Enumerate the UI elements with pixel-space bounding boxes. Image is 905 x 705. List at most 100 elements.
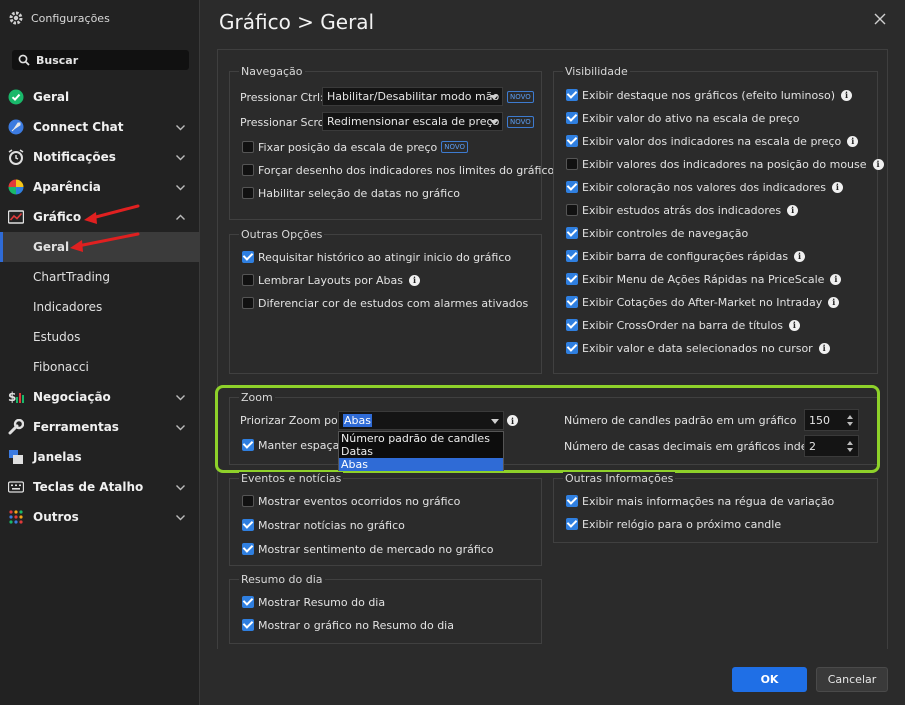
checkbox-visibilidade-5[interactable]: Exibir estudos atrás dos indicadores i [566, 201, 799, 219]
checkbox-box[interactable] [566, 518, 578, 530]
info-icon[interactable]: i [787, 204, 799, 216]
checkbox-box[interactable] [242, 274, 254, 286]
checkbox-box[interactable] [242, 164, 254, 176]
close-icon[interactable] [873, 12, 887, 26]
checkbox-box[interactable] [242, 251, 254, 263]
checkbox-mais-informacoes[interactable]: Exibir mais informações na régua de vari… [566, 492, 834, 510]
priorizar-zoom-select[interactable]: Abas [338, 411, 504, 430]
checkbox-requisitar-historico[interactable]: Requisitar histórico ao atingir inicio d… [242, 248, 511, 266]
info-icon[interactable]: i [872, 158, 884, 170]
info-icon[interactable]: i [409, 274, 421, 286]
checkbox-visibilidade-1[interactable]: Exibir valor do ativo na escala de preço [566, 109, 800, 127]
sidebar-item-geral[interactable]: Geral [0, 82, 200, 112]
checkbox-box[interactable] [242, 439, 254, 451]
sidebar-item-ferramentas[interactable]: Ferramentas [0, 412, 200, 442]
checkbox-lembrar-layouts[interactable]: Lembrar Layouts por Abas i [242, 271, 421, 289]
sidebar-item-janelas[interactable]: Janelas [0, 442, 200, 472]
checkbox-box[interactable] [566, 89, 578, 101]
checkbox-box[interactable] [242, 519, 254, 531]
checkbox-label: Exibir Menu de Ações Rápidas na PriceSca… [582, 272, 825, 286]
checkbox-visibilidade-7[interactable]: Exibir barra de configurações rápidas i [566, 247, 806, 265]
checkbox-box[interactable] [566, 181, 578, 193]
checkbox-box[interactable] [566, 319, 578, 331]
checkbox-mostrar-grafico-resumo[interactable]: Mostrar o gráfico no Resumo do dia [242, 616, 454, 634]
sidebar-subitem-charttrading[interactable]: ChartTrading [0, 262, 200, 292]
checkbox-mostrar-noticias[interactable]: Mostrar notícias no gráfico [242, 516, 405, 534]
sidebar-item-aparencia[interactable]: Aparência [0, 172, 200, 202]
checkbox-visibilidade-9[interactable]: Exibir Cotações do After-Market no Intra… [566, 293, 840, 311]
checkbox-box[interactable] [242, 141, 254, 153]
info-icon[interactable]: i [794, 250, 806, 262]
info-icon[interactable]: i [788, 319, 800, 331]
checkbox-visibilidade-10[interactable]: Exibir CrossOrder na barra de títulos i [566, 316, 800, 334]
checkbox-box[interactable] [566, 135, 578, 147]
checkbox-box[interactable] [566, 227, 578, 239]
checkbox-mostrar-eventos[interactable]: Mostrar eventos ocorridos no gráfico [242, 492, 460, 510]
new-badge: NOVO [507, 91, 534, 103]
info-icon[interactable]: i [507, 415, 518, 426]
checkbox-visibilidade-2[interactable]: Exibir valor dos indicadores na escala d… [566, 132, 859, 150]
checkbox-label: Fixar posição da escala de preço [258, 140, 438, 154]
checkbox-box[interactable] [566, 250, 578, 262]
casas-spinbox[interactable]: 2 [804, 435, 859, 457]
dropdown-option-selected[interactable]: Abas [339, 458, 503, 471]
sidebar-subitem-label: Indicadores [33, 300, 103, 314]
spin-down-icon[interactable] [847, 422, 853, 426]
checkbox-visibilidade-0[interactable]: Exibir destaque nos gráficos (efeito lum… [566, 86, 852, 104]
checkbox-box[interactable] [242, 596, 254, 608]
checkbox-relogio[interactable]: Exibir relógio para o próximo candle [566, 515, 781, 533]
spin-down-icon[interactable] [847, 448, 853, 452]
checkbox-visibilidade-6[interactable]: Exibir controles de navegação [566, 224, 748, 242]
info-icon[interactable]: i [830, 273, 842, 285]
info-icon[interactable]: i [840, 89, 852, 101]
checkbox-forcar-desenho[interactable]: Forçar desenho dos indicadores nos limit… [242, 161, 554, 179]
info-icon[interactable]: i [818, 342, 830, 354]
sidebar-item-teclas-de-atalho[interactable]: Teclas de Atalho [0, 472, 200, 502]
candles-spinbox[interactable]: 150 [804, 409, 859, 431]
checkbox-fixar-posicao[interactable]: Fixar posição da escala de preço NOVO [242, 138, 469, 156]
checkbox-manter-espacamento[interactable]: Manter espaçam [242, 436, 350, 454]
dropdown-option[interactable]: Datas [339, 445, 503, 458]
checkbox-box[interactable] [566, 204, 578, 216]
search-input[interactable]: Buscar [12, 50, 189, 70]
checkbox-box[interactable] [242, 297, 254, 309]
page-title: Gráfico > Geral [219, 10, 375, 34]
checkbox-diferenciar-cor[interactable]: Diferenciar cor de estudos com alarmes a… [242, 294, 528, 312]
dropdown-option[interactable]: Número padrão de candles [339, 432, 503, 445]
spin-up-icon[interactable] [847, 441, 853, 445]
checkbox-habilitar-selecao[interactable]: Habilitar seleção de datas no gráfico [242, 184, 460, 202]
checkbox-box[interactable] [566, 112, 578, 124]
checkbox-box[interactable] [242, 187, 254, 199]
sidebar-item-notificacoes[interactable]: Notificações [0, 142, 200, 172]
dropdown-arrow-icon [490, 95, 498, 100]
checkbox-visibilidade-3[interactable]: Exibir valores dos indicadores na posiçã… [566, 155, 884, 173]
checkbox-box[interactable] [566, 495, 578, 507]
cancel-button[interactable]: Cancelar [816, 667, 888, 692]
sidebar-item-outros[interactable]: Outros [0, 502, 200, 532]
sidebar-subitem-estudos[interactable]: Estudos [0, 322, 200, 352]
checkbox-box[interactable] [566, 342, 578, 354]
checkbox-box[interactable] [242, 619, 254, 631]
info-icon[interactable]: i [831, 181, 843, 193]
checkbox-mostrar-sentimento[interactable]: Mostrar sentimento de mercado no gráfico [242, 540, 494, 558]
checkbox-box[interactable] [566, 296, 578, 308]
scroll-select[interactable]: Redimensionar escala de preço [322, 112, 503, 131]
info-icon[interactable]: i [828, 296, 840, 308]
checkbox-box[interactable] [242, 543, 254, 555]
sidebar-subitem-fibonacci[interactable]: Fibonacci [0, 352, 200, 382]
checkbox-mostrar-resumo[interactable]: Mostrar Resumo do dia [242, 593, 385, 611]
scroll-label: Pressionar Scroll: [240, 115, 335, 129]
info-icon[interactable]: i [847, 135, 859, 147]
sidebar-subitem-indicadores[interactable]: Indicadores [0, 292, 200, 322]
checkbox-visibilidade-4[interactable]: Exibir coloração nos valores dos indicad… [566, 178, 843, 196]
checkbox-visibilidade-8[interactable]: Exibir Menu de Ações Rápidas na PriceSca… [566, 270, 842, 288]
ok-button[interactable]: OK [732, 667, 807, 692]
sidebar-item-connect-chat[interactable]: Connect Chat [0, 112, 200, 142]
spin-up-icon[interactable] [847, 415, 853, 419]
checkbox-box[interactable] [566, 273, 578, 285]
checkbox-visibilidade-11[interactable]: Exibir valor e data selecionados no curs… [566, 339, 830, 357]
checkbox-box[interactable] [242, 495, 254, 507]
ctrl-select[interactable]: Habilitar/Desabilitar modo mão [322, 87, 503, 106]
sidebar-item-negociacao[interactable]: $ Negociação [0, 382, 200, 412]
checkbox-box[interactable] [566, 158, 578, 170]
